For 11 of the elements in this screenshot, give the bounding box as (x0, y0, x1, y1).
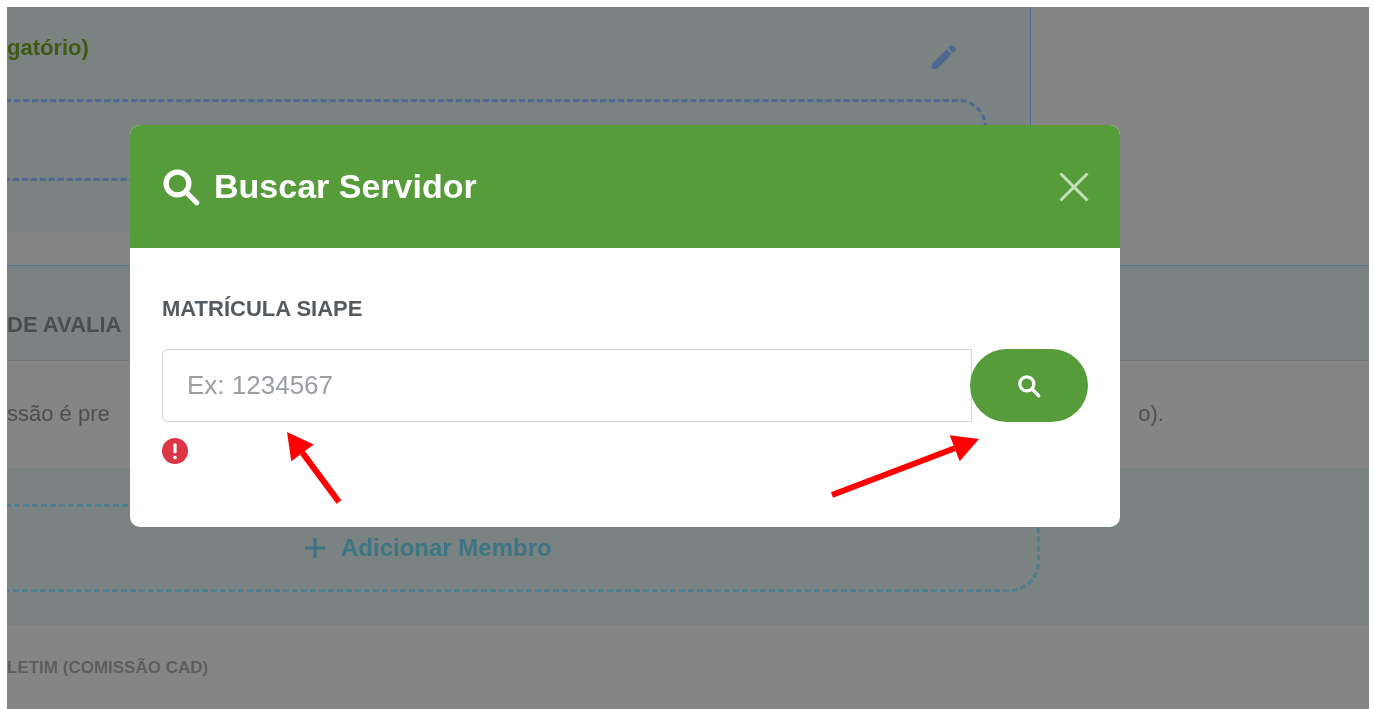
search-icon (1016, 372, 1042, 399)
add-member-link[interactable]: Adicionar Membro (341, 530, 552, 566)
field-title: gatório) (7, 34, 89, 62)
description-text: ssão é pre (7, 400, 110, 428)
plus-icon (303, 536, 327, 560)
description-text: o). (1138, 400, 1164, 428)
annotation-arrow (287, 432, 342, 504)
input-field[interactable]: Ex: 1234567 (162, 349, 972, 422)
dialog-title: Buscar Servidor (214, 166, 477, 207)
field-label: MATRÍCULA SIAPE (162, 295, 364, 323)
search-button[interactable] (970, 349, 1088, 422)
